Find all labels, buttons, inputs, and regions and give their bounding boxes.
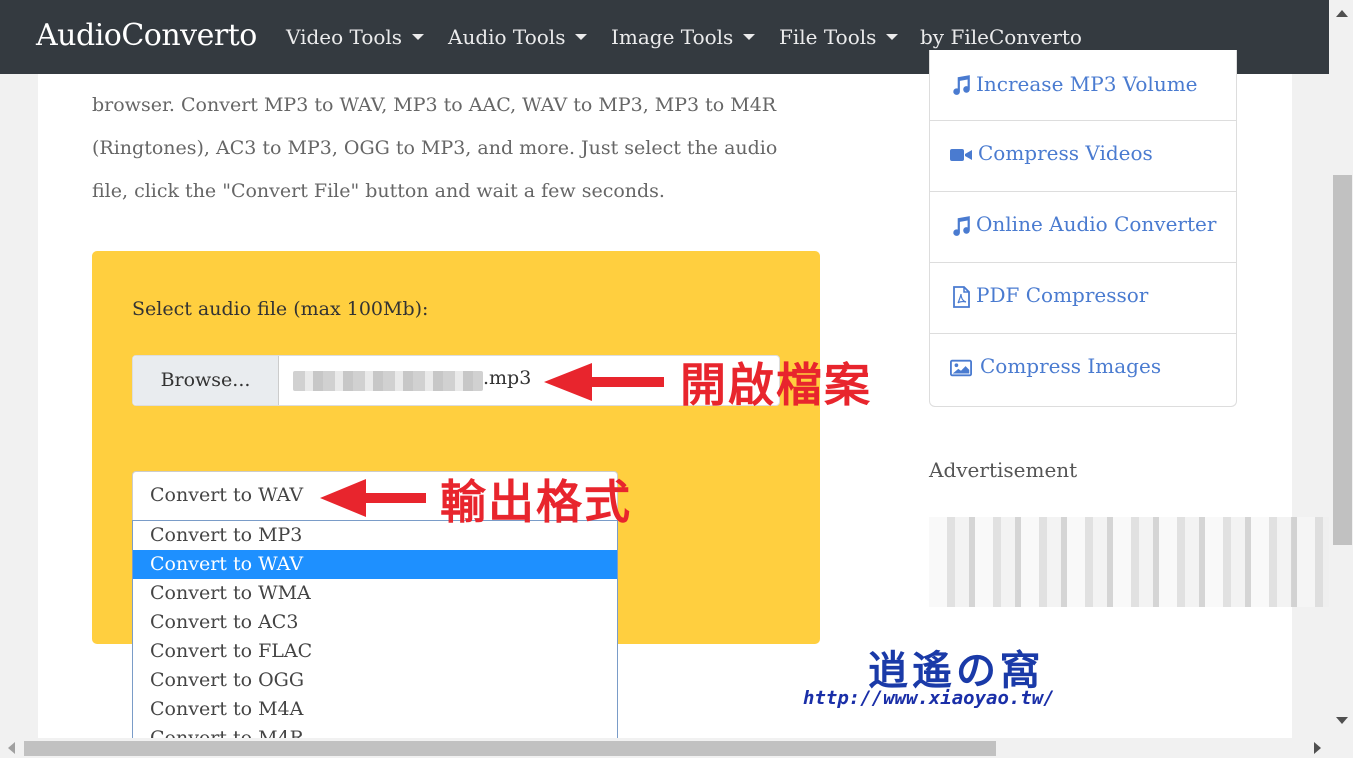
chevron-down-icon	[886, 34, 899, 40]
format-option-selected[interactable]: Convert to WAV	[133, 550, 617, 579]
sidebar-item-label: Compress Videos	[978, 141, 1153, 165]
file-extension: .mp3	[483, 367, 532, 389]
format-select-value: Convert to WAV	[150, 484, 304, 506]
brand-logo[interactable]: AudioConverto	[36, 18, 257, 53]
chevron-down-icon	[575, 34, 588, 40]
pdf-file-icon	[953, 286, 970, 308]
watermark-url: http://www.xiaoyao.tw/	[803, 687, 1055, 709]
advertisement-label: Advertisement	[929, 458, 1078, 482]
image-icon	[950, 359, 972, 377]
annotation-output-format: 輸出格式	[440, 475, 632, 529]
format-option[interactable]: Convert to FLAC	[133, 637, 617, 666]
music-note-icon	[953, 216, 970, 236]
horizontal-scrollbar-thumb[interactable]	[24, 741, 996, 756]
sidebar-item-label: Online Audio Converter	[976, 212, 1217, 236]
sidebar-item-label: Compress Images	[980, 354, 1162, 378]
scroll-up-icon[interactable]	[1336, 10, 1348, 17]
sidebar-item-label: Increase MP3 Volume	[976, 72, 1198, 96]
sidebar-item-increase-mp3-volume[interactable]: Increase MP3 Volume	[930, 50, 1236, 121]
nav-video-tools-label: Video Tools	[286, 25, 403, 49]
format-option[interactable]: Convert to OGG	[133, 666, 617, 695]
nav-by-fileconverto[interactable]: by FileConverto	[920, 25, 1082, 49]
sidebar-item-compress-videos[interactable]: Compress Videos	[930, 121, 1236, 192]
nav-audio-tools[interactable]: Audio Tools	[448, 25, 588, 49]
scroll-right-icon[interactable]	[1314, 742, 1321, 754]
nav-image-tools[interactable]: Image Tools	[611, 25, 756, 49]
sidebar-item-online-audio-converter[interactable]: Online Audio Converter	[930, 192, 1236, 263]
sidebar-item-pdf-compressor[interactable]: PDF Compressor	[930, 263, 1236, 334]
advertisement-blurred	[929, 517, 1329, 607]
blurred-filename	[293, 371, 483, 391]
scroll-down-icon[interactable]	[1336, 717, 1348, 724]
annotation-open-file: 開啟檔案	[680, 358, 872, 412]
scroll-left-icon[interactable]	[8, 742, 15, 754]
sidebar-item-compress-images[interactable]: Compress Images	[930, 334, 1236, 405]
music-note-icon	[953, 75, 970, 95]
nav-video-tools[interactable]: Video Tools	[286, 25, 425, 49]
video-camera-icon	[950, 149, 972, 161]
chevron-down-icon	[412, 34, 425, 40]
format-option[interactable]: Convert to AC3	[133, 608, 617, 637]
format-option[interactable]: Convert to M4A	[133, 695, 617, 724]
intro-text: browser. Convert MP3 to WAV, MP3 to AAC,…	[92, 84, 832, 213]
format-option[interactable]: Convert to WMA	[133, 579, 617, 608]
nav-image-tools-label: Image Tools	[611, 25, 734, 49]
sidebar-tools-list: Increase MP3 Volume Compress Videos Onli…	[929, 50, 1237, 407]
chevron-down-icon	[743, 34, 756, 40]
format-dropdown-list: Convert to MP3 Convert to WAV Convert to…	[132, 520, 618, 753]
red-arrow-icon	[320, 479, 426, 517]
intro-line: file, click the "Convert File" button an…	[92, 180, 665, 202]
sidebar-item-label: PDF Compressor	[976, 283, 1149, 307]
file-label: Select audio file (max 100Mb):	[132, 298, 429, 320]
nav-file-tools[interactable]: File Tools	[779, 25, 899, 49]
red-arrow-icon	[544, 363, 664, 401]
vertical-scrollbar-thumb[interactable]	[1333, 175, 1352, 545]
intro-line: browser. Convert MP3 to WAV, MP3 to AAC,…	[92, 94, 777, 116]
browse-button[interactable]: Browse...	[133, 356, 279, 405]
nav-audio-tools-label: Audio Tools	[448, 25, 566, 49]
nav-file-tools-label: File Tools	[779, 25, 877, 49]
intro-line: (Ringtones), AC3 to MP3, OGG to MP3, and…	[92, 137, 778, 159]
